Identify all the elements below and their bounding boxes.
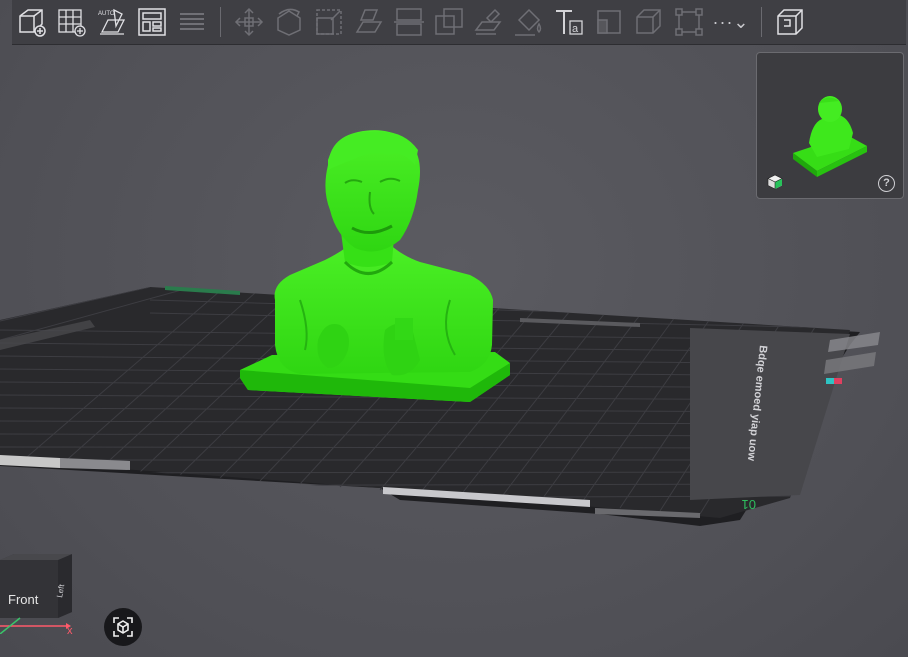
3d-viewport[interactable]: Bdqe emoed yiap uow 01 AUTO a ···⌄ ? Lef… [0, 0, 908, 657]
plate-view-icon [777, 9, 803, 35]
toolbar-separator [761, 7, 762, 37]
bounding-box-button[interactable] [671, 4, 707, 40]
move-icon [234, 7, 264, 37]
color-paint-icon [515, 8, 542, 36]
auto-orient-button[interactable]: AUTO [94, 4, 130, 40]
plate-cube-icon [767, 174, 783, 190]
slice-plate-button[interactable] [174, 4, 210, 40]
svg-text:a: a [572, 23, 579, 35]
scale-button[interactable] [311, 4, 347, 40]
support-paint-icon [474, 8, 502, 35]
measure-icon [597, 10, 621, 34]
more-tools-button[interactable]: ···⌄ [709, 4, 753, 40]
svg-text:AUTO: AUTO [98, 11, 115, 17]
arrange-button[interactable] [134, 4, 170, 40]
cut-icon [394, 8, 424, 36]
measure-button[interactable] [591, 4, 627, 40]
add-object-icon [19, 9, 46, 37]
lay-on-face-icon [355, 9, 383, 33]
support-paint-button[interactable] [471, 4, 507, 40]
plate-thumbnail[interactable]: ? [756, 52, 904, 199]
add-object-button[interactable] [14, 4, 50, 40]
lay-on-face-button[interactable] [351, 4, 387, 40]
plate-bottom-label: 01 [742, 497, 756, 512]
boolean-icon [435, 8, 463, 35]
arrange-layout-icon [138, 8, 166, 36]
green-bust-model[interactable] [240, 130, 510, 402]
scale-icon [316, 9, 342, 35]
axis-x-label: x [67, 625, 73, 637]
navcube-front-label: Front [8, 592, 39, 607]
open-plate-view-button[interactable] [772, 4, 808, 40]
add-plate-button[interactable] [54, 4, 90, 40]
move-button[interactable] [231, 4, 267, 40]
rotate-button[interactable] [271, 4, 307, 40]
help-icon[interactable]: ? [878, 175, 895, 192]
slice-plate-icon [180, 13, 204, 30]
cut-button[interactable] [391, 4, 427, 40]
toolbar-separator [220, 7, 221, 37]
color-paint-button[interactable] [511, 4, 547, 40]
boolean-button[interactable] [431, 4, 467, 40]
bounding-box-icon [675, 8, 703, 36]
text-tool-button[interactable]: a [551, 4, 587, 40]
assembly-icon [636, 9, 661, 34]
assembly-button[interactable] [631, 4, 667, 40]
rotate-icon [277, 8, 301, 36]
add-plate-icon [58, 9, 86, 37]
view-fit-icon [113, 617, 133, 637]
text-icon: a [556, 10, 583, 35]
top-toolbar: AUTO a ···⌄ [12, 0, 906, 45]
auto-orient-icon: AUTO [98, 8, 126, 35]
fit-view-button[interactable] [104, 608, 142, 646]
